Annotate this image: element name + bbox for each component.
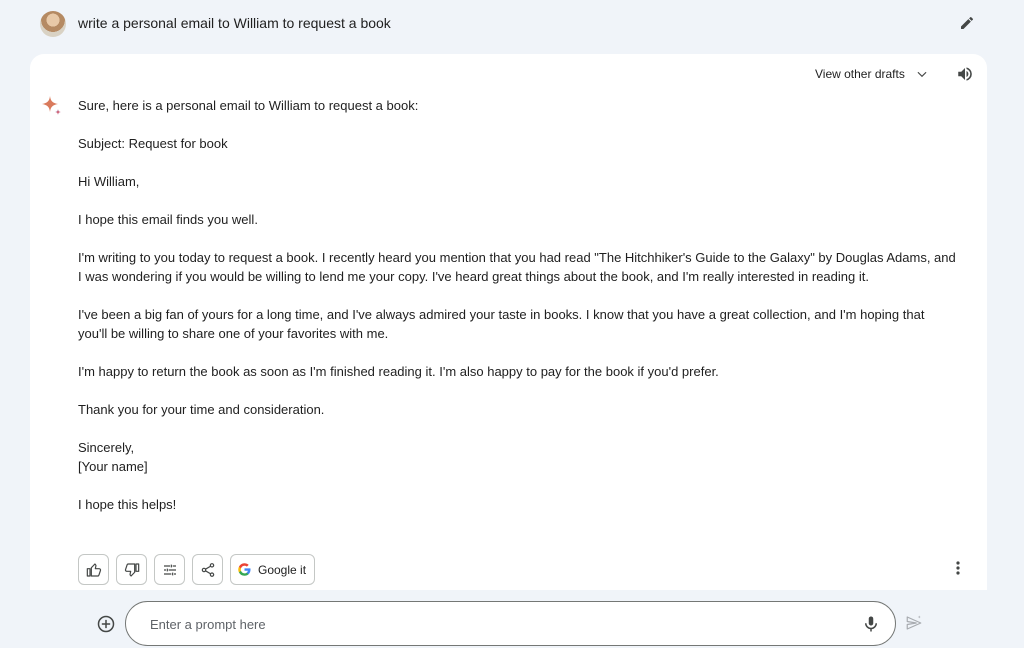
send-icon[interactable]: [904, 614, 924, 632]
modify-response-button[interactable]: [154, 554, 185, 585]
user-prompt-row: write a personal email to William to req…: [0, 0, 1024, 48]
google-it-button[interactable]: Google it: [230, 554, 316, 585]
response-paragraph: Thank you for your time and consideratio…: [78, 402, 325, 417]
thumbs-up-icon: [86, 562, 101, 577]
response-paragraph: I'm happy to return the book as soon as …: [78, 364, 719, 379]
google-it-label: Google it: [258, 562, 307, 577]
thumbs-down-icon: [124, 562, 139, 577]
thumbs-down-button[interactable]: [116, 554, 147, 585]
response-paragraph: I'm writing to you today to request a bo…: [78, 250, 956, 284]
email-greeting: Hi William,: [78, 174, 140, 189]
share-icon: [201, 562, 214, 577]
google-g-icon: [238, 563, 251, 576]
prompt-input[interactable]: [150, 614, 830, 634]
prompt-input-area: [0, 590, 1024, 648]
response-actions: Google it: [78, 554, 316, 586]
email-subject: Subject: Request for book: [78, 136, 228, 151]
sparkle-icon: [40, 94, 64, 118]
response-paragraph: I've been a big fan of yours for a long …: [78, 307, 925, 341]
response-paragraph: Sure, here is a personal email to Willia…: [78, 98, 419, 113]
share-button[interactable]: [192, 554, 223, 585]
more-vertical-icon[interactable]: [950, 558, 966, 578]
response-paragraph: I hope this email finds you well.: [78, 212, 258, 227]
prompt-box: [125, 601, 896, 646]
user-avatar: [40, 11, 66, 37]
pencil-icon[interactable]: [957, 13, 977, 33]
sliders-icon: [163, 564, 176, 575]
email-signoff: Sincerely, [Your name]: [78, 440, 148, 474]
response-body: Sure, here is a personal email to Willia…: [78, 96, 968, 514]
view-other-drafts-button[interactable]: View other drafts: [815, 64, 929, 84]
chevron-down-icon: [917, 71, 927, 78]
thumbs-up-button[interactable]: [78, 554, 109, 585]
user-prompt-text: write a personal email to William to req…: [78, 15, 391, 31]
view-other-drafts-label: View other drafts: [815, 67, 905, 81]
response-card: View other drafts Sure, here is a person…: [30, 54, 987, 590]
mic-icon[interactable]: [862, 613, 880, 635]
volume-icon[interactable]: [955, 65, 975, 83]
add-circle-icon[interactable]: [96, 614, 116, 634]
response-paragraph: I hope this helps!: [78, 497, 177, 512]
